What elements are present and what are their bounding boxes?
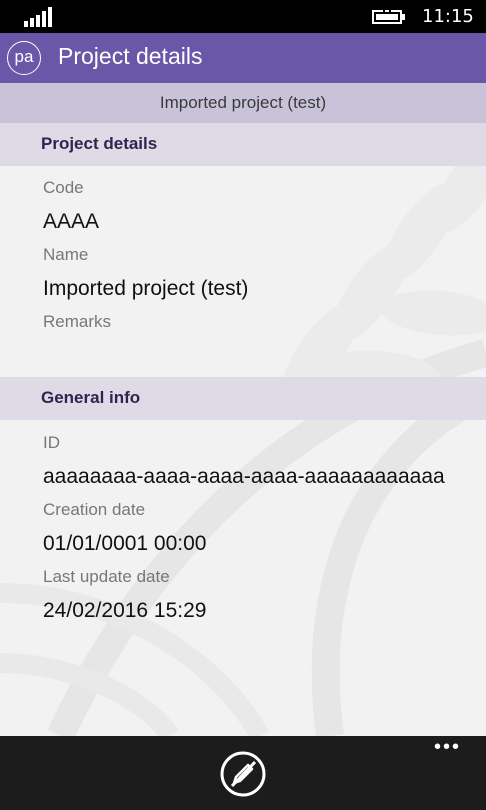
bottom-app-bar: ••• (0, 736, 486, 810)
status-bar: 11:15 (0, 0, 486, 33)
page-title: Project details (58, 43, 203, 69)
section-title: General info (41, 388, 141, 407)
code-value: AAAA (43, 210, 100, 233)
section-header-general-info: General info (0, 377, 486, 420)
details-panel[interactable]: Project details Code AAAA Name Imported … (0, 123, 486, 736)
clock: 11:15 (422, 6, 474, 27)
name-value: Imported project (test) (43, 277, 249, 300)
section-title: Project details (41, 134, 158, 153)
id-label: ID (43, 433, 60, 452)
code-label: Code (43, 178, 84, 197)
project-subheader: Imported project (test) (0, 83, 486, 123)
section-header-project-details: Project details (0, 123, 486, 166)
name-label: Name (43, 245, 89, 264)
app-header: pa Project details (0, 33, 486, 83)
signal-bars-icon (24, 7, 52, 27)
last-update-value: 24/02/2016 15:29 (43, 599, 207, 622)
creation-date-value: 01/01/0001 00:00 (43, 532, 207, 555)
edit-disabled-icon[interactable] (219, 750, 267, 798)
id-value: aaaaaaaa-aaaa-aaaa-aaaa-aaaaaaaaaaaa (43, 465, 445, 488)
remarks-label: Remarks (43, 312, 112, 331)
battery-charging-icon (372, 9, 405, 24)
more-options-button[interactable]: ••• (434, 737, 464, 757)
app-logo[interactable]: pa (7, 41, 41, 75)
last-update-label: Last update date (43, 567, 170, 586)
creation-date-label: Creation date (43, 500, 146, 519)
